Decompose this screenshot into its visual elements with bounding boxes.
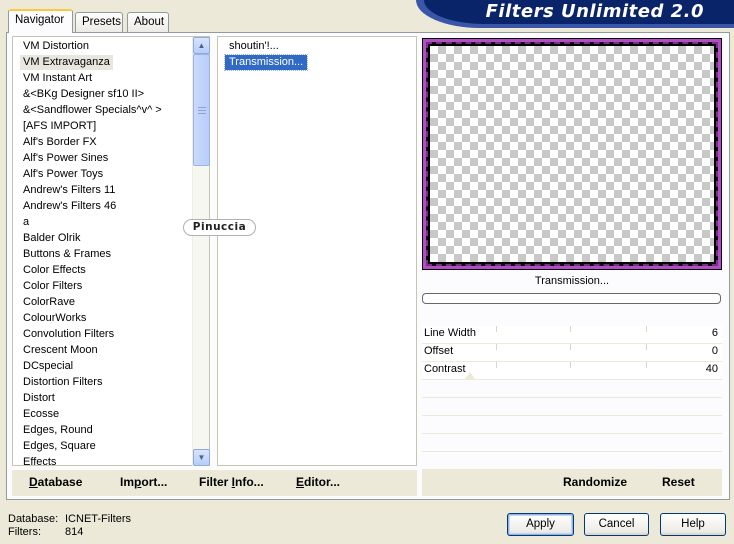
preview-filter-name: Transmission... — [534, 275, 610, 287]
category-item[interactable]: Alf's Power Toys — [20, 167, 106, 182]
cancel-button[interactable]: Cancel — [584, 513, 649, 536]
filter-list[interactable]: shoutin'!... Transmission... — [217, 36, 417, 466]
filter-item[interactable]: shoutin'!... — [225, 39, 283, 54]
category-item[interactable]: VM Distortion — [20, 39, 92, 54]
import-button[interactable]: Import... — [120, 475, 167, 489]
parameter-label: Line Width — [424, 327, 476, 339]
category-item[interactable]: Ecosse — [20, 407, 62, 422]
scroll-down-button[interactable]: ▼ — [193, 449, 210, 466]
right-button-row: Randomize Reset — [422, 470, 722, 496]
category-item[interactable]: Color Effects — [20, 263, 89, 278]
left-button-row: Database Import... Filter Info... Editor… — [12, 470, 417, 496]
category-item[interactable]: Alf's Border FX — [20, 135, 100, 150]
filters-count: 814 — [65, 526, 84, 538]
preview-transparency — [430, 46, 714, 262]
randomize-button[interactable]: Randomize — [563, 475, 627, 489]
app-title: Filters Unlimited 2.0 — [485, 1, 704, 22]
parameter-row-empty — [422, 434, 722, 452]
tab-presets[interactable]: Presets — [75, 12, 123, 32]
category-item[interactable]: Crescent Moon — [20, 343, 101, 358]
parameter-value: 6 — [711, 327, 718, 339]
category-item[interactable]: DCspecial — [20, 359, 76, 374]
tab-about[interactable]: About — [127, 12, 169, 32]
category-item[interactable]: Andrew's Filters 46 — [20, 199, 119, 214]
category-item[interactable]: Edges, Round — [20, 423, 96, 438]
help-button[interactable]: Help — [660, 513, 726, 536]
category-item[interactable]: ColorRave — [20, 295, 78, 310]
category-item[interactable]: Buttons & Frames — [20, 247, 114, 262]
parameter-panel: Line Width 6 Offset 0 Contrast 40 — [422, 326, 722, 470]
database-key: Database: — [8, 513, 59, 525]
parameter-label: Offset — [424, 345, 454, 357]
parameter-row-empty — [422, 398, 722, 416]
category-item[interactable]: Convolution Filters — [20, 327, 117, 342]
status-info: Database: ICNET-Filters Filters: 814 — [8, 513, 131, 539]
filter-info-button[interactable]: Filter Info... — [199, 475, 264, 489]
parameter-row-empty — [422, 416, 722, 434]
parameter-label: Contrast — [424, 363, 466, 375]
scroll-thumb[interactable] — [193, 54, 210, 166]
progress-bar — [422, 293, 721, 304]
tab-bar: Navigator Presets About — [0, 0, 420, 33]
parameter-row-empty — [422, 452, 722, 470]
database-button[interactable]: Database — [29, 475, 82, 489]
category-item[interactable]: Balder Olrik — [20, 231, 83, 246]
watermark-label: Pinuccia — [183, 219, 256, 236]
filter-item[interactable]: Transmission... — [223, 54, 309, 71]
category-item[interactable]: Distort — [20, 391, 58, 406]
category-item[interactable]: VM Extravaganza — [20, 55, 113, 70]
parameter-row[interactable]: Offset 0 — [422, 344, 722, 362]
category-item[interactable]: ColourWorks — [20, 311, 89, 326]
category-item[interactable]: Edges, Square — [20, 439, 99, 454]
category-list[interactable]: VM Distortion VM Extravaganza VM Instant A… — [12, 36, 210, 466]
category-item[interactable]: &<BKg Designer sf10 II> — [20, 87, 147, 102]
category-item[interactable]: [AFS IMPORT] — [20, 119, 99, 134]
category-scrollbar[interactable]: ▲ ▼ — [192, 37, 210, 466]
parameter-value: 40 — [705, 363, 718, 375]
category-item[interactable]: Andrew's Filters 11 — [20, 183, 118, 198]
parameter-row[interactable]: Line Width 6 — [422, 326, 722, 344]
apply-button[interactable]: Apply — [507, 513, 574, 536]
reset-button[interactable]: Reset — [662, 475, 695, 489]
category-item[interactable]: a — [20, 215, 32, 230]
category-item[interactable]: Distortion Filters — [20, 375, 105, 390]
category-item[interactable]: &<Sandflower Specials^v^ > — [20, 103, 165, 118]
parameter-value: 0 — [711, 345, 718, 357]
parameter-row[interactable]: Contrast 40 — [422, 362, 722, 380]
category-item[interactable]: Color Filters — [20, 279, 85, 294]
parameter-row-empty — [422, 380, 722, 398]
tab-navigator[interactable]: Navigator — [8, 9, 73, 33]
scroll-up-button[interactable]: ▲ — [193, 37, 210, 54]
preview-image — [422, 38, 722, 270]
category-item[interactable]: VM Instant Art — [20, 71, 95, 86]
database-value: ICNET-Filters — [65, 513, 131, 525]
category-item[interactable]: Effects — [20, 455, 59, 465]
editor-button[interactable]: Editor... — [296, 475, 340, 489]
filters-key: Filters: — [8, 526, 41, 538]
slider-marker-icon[interactable] — [465, 372, 475, 379]
grip-icon — [198, 107, 206, 114]
category-item[interactable]: Alf's Power Sines — [20, 151, 111, 166]
